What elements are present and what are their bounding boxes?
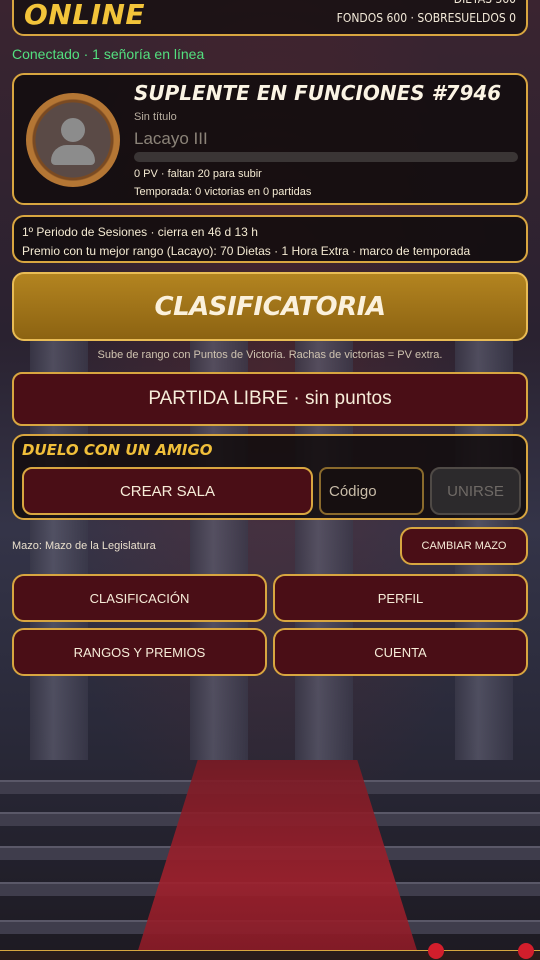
duel-title: DUELO CON UN AMIGO	[22, 441, 213, 459]
profile-card: SUPLENTE EN FUNCIONES #7946 Sin título L…	[12, 73, 528, 205]
notification-dot[interactable]	[428, 943, 444, 959]
funds-count: FONDOS 600 · SOBRESUELDOS 0	[336, 11, 516, 25]
free-match-button[interactable]: PARTIDA LIBRE · sin puntos	[12, 372, 528, 426]
period-reward: Premio con tu mejor rango (Lacayo): 70 D…	[22, 244, 471, 258]
season-record: Temporada: 0 victorias en 0 partidas	[134, 186, 312, 198]
avatar[interactable]	[26, 93, 120, 187]
friend-duel-panel: DUELO CON UN AMIGO CREAR SALA UNIRSE	[12, 434, 528, 520]
player-title: Sin título	[134, 111, 177, 123]
ranked-hint: Sube de rango con Puntos de Victoria. Ra…	[97, 349, 443, 361]
session-period-card: 1º Periodo de Sesiones · cierra en 46 d …	[12, 215, 528, 263]
change-deck-button[interactable]: CAMBIAR MAZO	[400, 527, 528, 565]
user-silhouette-icon	[61, 118, 85, 142]
bottom-bar	[0, 943, 540, 960]
rank-progress-bar	[134, 152, 518, 162]
join-room-button[interactable]: UNIRSE	[430, 467, 521, 515]
connection-status: Conectado · 1 señoría en línea	[12, 46, 205, 62]
dietas-count: DIETAS 360	[337, 0, 516, 9]
create-room-button[interactable]: CREAR SALA	[22, 467, 313, 515]
room-code-input[interactable]	[319, 467, 424, 515]
ranks-rewards-button[interactable]: RANGOS Y PREMIOS	[12, 628, 267, 676]
app-logo: ONLINE	[24, 0, 146, 31]
player-name: SUPLENTE EN FUNCIONES #7946	[134, 81, 502, 105]
currency-stats: DIETAS 360 FONDOS 600 · SOBRESUELDOS 0	[337, 0, 516, 28]
period-deadline: 1º Periodo de Sesiones · cierra en 46 d …	[22, 225, 258, 239]
profile-button[interactable]: PERFIL	[273, 574, 528, 622]
top-bar: ONLINE DIETAS 360 FONDOS 600 · SOBRESUEL…	[12, 0, 528, 36]
notification-dot[interactable]	[518, 943, 534, 959]
player-rank: Lacayo III	[134, 129, 208, 148]
account-button[interactable]: CUENTA	[273, 628, 528, 676]
current-deck-label: Mazo: Mazo de la Legislatura	[12, 540, 156, 552]
leaderboard-button[interactable]: CLASIFICACIÓN	[12, 574, 267, 622]
user-silhouette-body	[51, 145, 95, 165]
pv-status: 0 PV · faltan 20 para subir	[134, 168, 262, 180]
ranked-match-button[interactable]: CLASIFICATORIA	[12, 272, 528, 341]
